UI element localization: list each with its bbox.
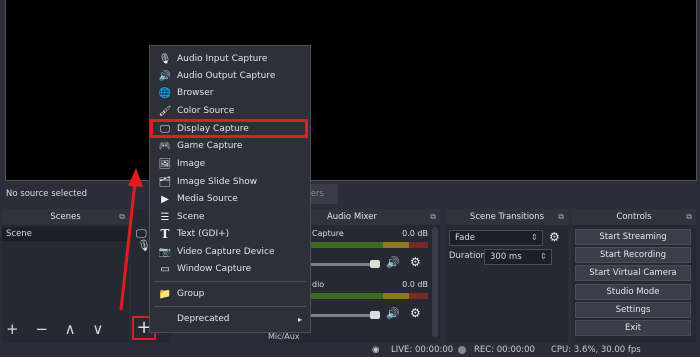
annotation-arrow	[119, 168, 143, 311]
arrow-shaft	[119, 181, 137, 311]
arrow-head	[128, 168, 143, 187]
